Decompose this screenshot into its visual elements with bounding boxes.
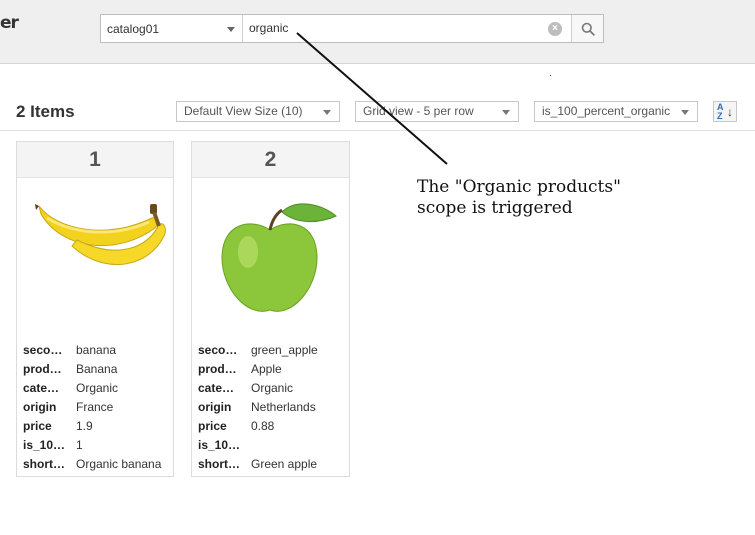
annotation-text: The "Organic products" scope is triggere… xyxy=(417,177,621,219)
annotation-line-1: The "Organic products" xyxy=(417,177,621,197)
annotation-line-2: scope is triggered xyxy=(417,198,573,218)
annotation-arrow xyxy=(296,32,552,165)
